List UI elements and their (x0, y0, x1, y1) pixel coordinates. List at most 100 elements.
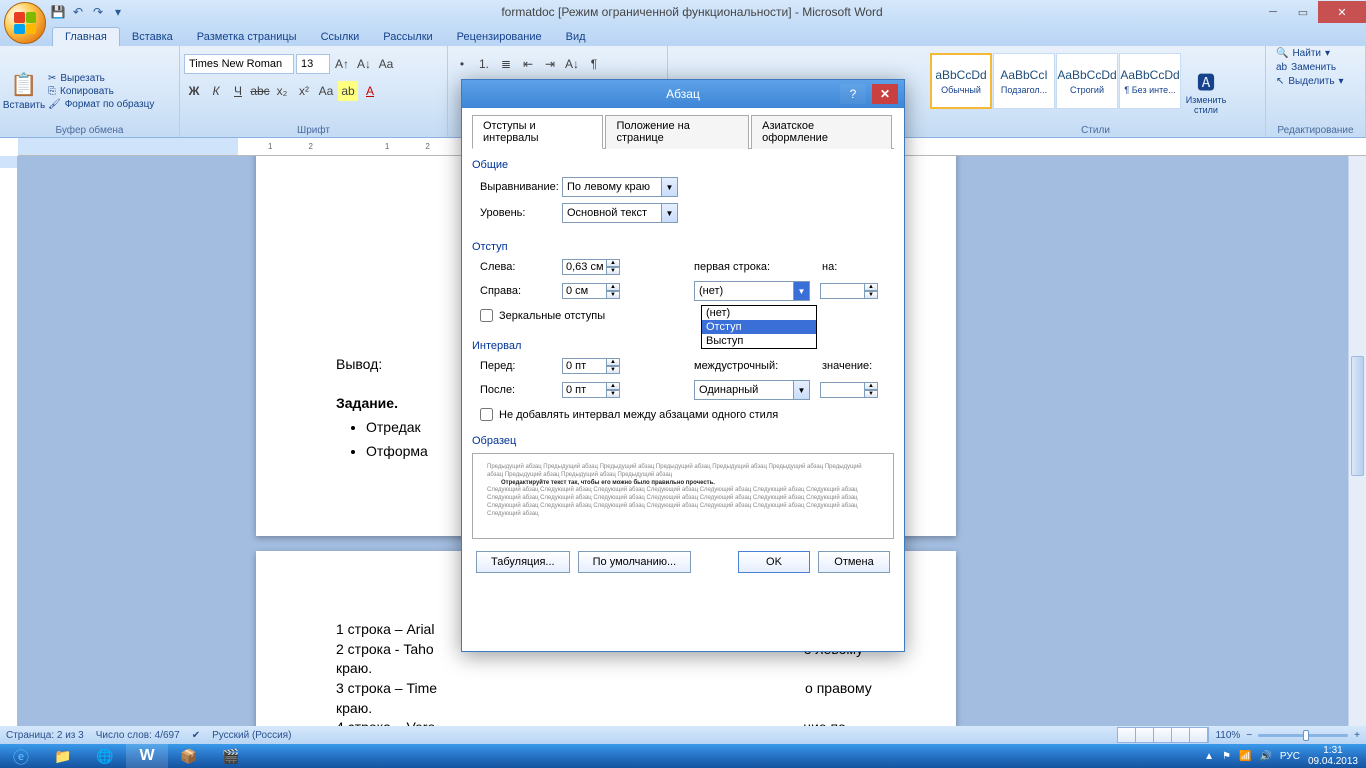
clear-format-button[interactable]: Aa (376, 54, 396, 74)
line-spacing-combo[interactable]: Одинарный▼ (694, 380, 810, 400)
taskbar-ie[interactable]: ⓔ (0, 744, 42, 768)
tab-references[interactable]: Ссылки (309, 28, 372, 46)
up-icon[interactable]: ▲ (606, 259, 620, 267)
tab-page-layout[interactable]: Разметка страницы (185, 28, 309, 46)
minimize-button[interactable]: ─ (1258, 1, 1288, 23)
tab-asian[interactable]: Азиатское оформление (751, 115, 892, 149)
style-no-spacing[interactable]: AaBbCcDd¶ Без инте... (1119, 53, 1181, 109)
volume-icon[interactable]: 🔊 (1259, 751, 1271, 762)
decrease-indent-button[interactable]: ⇤ (518, 54, 538, 74)
style-normal[interactable]: aBbCcDdОбычный (930, 53, 992, 109)
status-proofing-icon[interactable]: ✔ (192, 730, 200, 741)
status-words[interactable]: Число слов: 4/697 (96, 730, 180, 741)
zoom-level[interactable]: 110% (1215, 730, 1240, 741)
replace-button[interactable]: abЗаменить (1276, 62, 1355, 73)
down-icon[interactable]: ▼ (606, 291, 620, 299)
styles-gallery[interactable]: aBbCcDdОбычный AaBbCcIПодзагол... AaBbCc… (930, 48, 1181, 114)
bold-button[interactable]: Ж (184, 81, 204, 101)
format-painter-button[interactable]: 🖌Формат по образцу (48, 99, 154, 110)
vertical-scrollbar[interactable] (1348, 156, 1366, 726)
zoom-in-button[interactable]: + (1354, 730, 1360, 741)
underline-button[interactable]: Ч (228, 81, 248, 101)
flag-icon[interactable]: ⚑ (1222, 751, 1231, 762)
multilevel-button[interactable]: ≣ (496, 54, 516, 74)
network-icon[interactable]: 📶 (1239, 751, 1251, 762)
up-icon[interactable]: ▲ (864, 283, 878, 291)
change-styles-button[interactable]: 🅰 Изменить стили (1181, 48, 1231, 135)
space-after-spinner[interactable]: ▲▼ (562, 382, 622, 398)
italic-button[interactable]: К (206, 81, 226, 101)
taskbar-word[interactable]: W (126, 744, 168, 768)
highlight-button[interactable]: ab (338, 81, 358, 101)
indent-by-spinner[interactable]: ▲▼ (820, 283, 880, 299)
qat-more-icon[interactable]: ▾ (110, 4, 126, 20)
bullets-button[interactable]: • (452, 54, 472, 74)
indent-right-spinner[interactable]: ▲▼ (562, 283, 622, 299)
up-icon[interactable]: ▲ (606, 283, 620, 291)
dropdown-option[interactable]: Выступ (702, 334, 816, 348)
style-subtitle[interactable]: AaBbCcIПодзагол... (993, 53, 1055, 109)
style-strong[interactable]: AaBbCcDdСтрогий (1056, 53, 1118, 109)
dialog-titlebar[interactable]: Абзац ? ✕ (462, 80, 904, 108)
tab-review[interactable]: Рецензирование (445, 28, 554, 46)
tab-line-breaks[interactable]: Положение на странице (605, 115, 749, 149)
view-buttons[interactable] (1117, 727, 1209, 743)
copy-button[interactable]: ⎘Копировать (48, 86, 154, 97)
strike-button[interactable]: abc (250, 81, 270, 101)
status-page[interactable]: Страница: 2 из 3 (6, 730, 84, 741)
dialog-close-button[interactable]: ✕ (872, 84, 898, 104)
font-color-button[interactable]: A (360, 81, 380, 101)
spacing-at-spinner[interactable]: ▲▼ (820, 382, 880, 398)
tray-up-icon[interactable]: ▲ (1204, 751, 1214, 762)
zoom-out-button[interactable]: − (1246, 730, 1252, 741)
up-icon[interactable]: ▲ (606, 382, 620, 390)
tab-home[interactable]: Главная (52, 27, 120, 46)
increase-indent-button[interactable]: ⇥ (540, 54, 560, 74)
up-icon[interactable]: ▲ (864, 382, 878, 390)
tray-language[interactable]: РУС (1280, 751, 1300, 762)
paste-button[interactable]: 📋 Вставить (4, 48, 44, 135)
tab-view[interactable]: Вид (554, 28, 598, 46)
taskbar-winrar[interactable]: 📦 (168, 744, 210, 768)
taskbar-media[interactable]: 🎬 (210, 744, 252, 768)
tab-mailings[interactable]: Рассылки (371, 28, 444, 46)
save-icon[interactable]: 💾 (50, 4, 66, 20)
ok-button[interactable]: OK (738, 551, 810, 573)
superscript-button[interactable]: x² (294, 81, 314, 101)
find-button[interactable]: 🔍Найти ▾ (1276, 48, 1355, 59)
scroll-thumb[interactable] (1351, 356, 1364, 476)
tab-insert[interactable]: Вставка (120, 28, 185, 46)
down-icon[interactable]: ▼ (606, 366, 620, 374)
set-default-button[interactable]: По умолчанию... (578, 551, 692, 573)
space-before-spinner[interactable]: ▲▼ (562, 358, 622, 374)
cut-button[interactable]: ✂Вырезать (48, 73, 154, 84)
font-name-combo[interactable] (184, 54, 294, 74)
tab-indents[interactable]: Отступы и интервалы (472, 115, 603, 149)
mirror-indents-checkbox[interactable] (480, 309, 493, 322)
dropdown-option[interactable]: (нет) (702, 306, 816, 320)
tray-clock[interactable]: 1:31 09.04.2013 (1308, 745, 1358, 767)
dropdown-option[interactable]: Отступ (702, 320, 816, 334)
font-size-combo[interactable] (296, 54, 330, 74)
down-icon[interactable]: ▼ (864, 390, 878, 398)
up-icon[interactable]: ▲ (606, 358, 620, 366)
alignment-combo[interactable]: По левому краю▼ (562, 177, 678, 197)
down-icon[interactable]: ▼ (864, 291, 878, 299)
zoom-thumb[interactable] (1303, 730, 1309, 741)
redo-icon[interactable]: ↷ (90, 4, 106, 20)
taskbar-chrome[interactable]: 🌐 (84, 744, 126, 768)
down-icon[interactable]: ▼ (606, 267, 620, 275)
subscript-button[interactable]: x₂ (272, 81, 292, 101)
office-button[interactable] (4, 2, 46, 44)
status-language[interactable]: Русский (Россия) (212, 730, 291, 741)
first-line-dropdown[interactable]: (нет) Отступ Выступ (701, 305, 817, 349)
show-marks-button[interactable]: ¶ (584, 54, 604, 74)
close-button[interactable]: ✕ (1318, 1, 1366, 23)
vertical-ruler[interactable] (0, 156, 18, 726)
maximize-button[interactable]: ▭ (1288, 1, 1318, 23)
zoom-slider[interactable] (1258, 734, 1348, 737)
taskbar-explorer[interactable]: 📁 (42, 744, 84, 768)
numbering-button[interactable]: 1. (474, 54, 494, 74)
cancel-button[interactable]: Отмена (818, 551, 890, 573)
select-button[interactable]: ↖Выделить ▾ (1276, 76, 1355, 87)
